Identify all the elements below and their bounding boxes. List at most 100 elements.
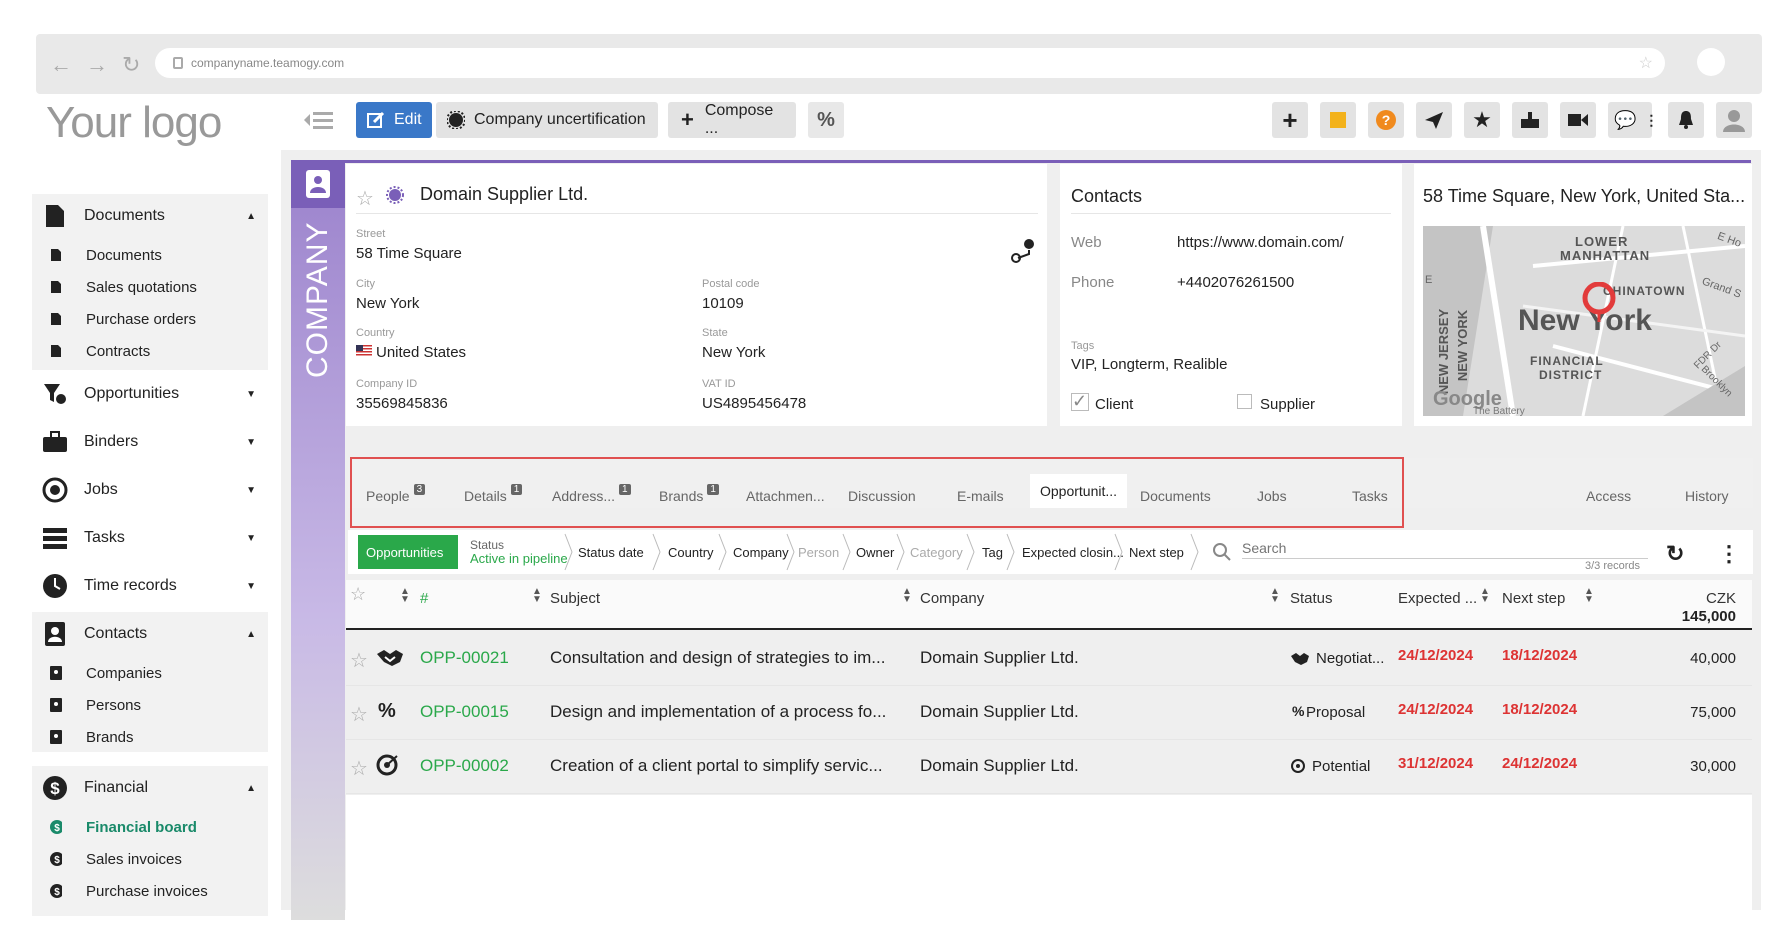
opportunity-id[interactable]: OPP-00002 (420, 756, 509, 776)
send-button[interactable] (1416, 102, 1452, 138)
opportunity-subject[interactable]: Consultation and design of strategies to… (550, 648, 885, 668)
sort-icon[interactable]: ▲ ▼ (400, 587, 410, 605)
sort-icon[interactable]: ▲ ▼ (902, 587, 912, 605)
header-next-step[interactable]: Next step (1502, 590, 1565, 607)
tab-address[interactable]: Address... 1 (552, 483, 631, 504)
opportunity-id[interactable]: OPP-00015 (420, 702, 509, 722)
header-status[interactable]: Status (1290, 590, 1333, 607)
sidebar-item-financial-board[interactable]: $ Financial board (32, 811, 268, 843)
header-expected[interactable]: Expected ... (1398, 590, 1477, 607)
sidebar-item-companies[interactable]: Companies (32, 657, 268, 689)
chat-button[interactable]: 💬 ⋮ (1608, 102, 1658, 138)
sidebar-item-purchase-orders[interactable]: Purchase orders (32, 303, 268, 335)
sidebar-time-records[interactable]: Time records ▼ (32, 564, 268, 608)
filter-next-step[interactable]: Next step (1129, 535, 1184, 569)
notes-button[interactable] (1320, 102, 1356, 138)
opportunity-subject[interactable]: Creation of a client portal to simplify … (550, 756, 883, 776)
search-input[interactable] (1242, 537, 1648, 559)
search-icon[interactable] (1212, 542, 1232, 562)
sidebar-item-purchase-invoices[interactable]: $ Purchase invoices (32, 875, 268, 907)
compose-button[interactable]: + Compose ... (668, 102, 796, 138)
menu-toggle-icon[interactable] (302, 108, 334, 132)
sidebar-contacts[interactable]: Contacts ▲ (32, 612, 268, 656)
address-bar[interactable]: companyname.teamogy.com ☆ (155, 48, 1665, 78)
company-uncertification-button[interactable]: Company uncertification (436, 102, 658, 138)
filter-status-date[interactable]: Status date (578, 535, 644, 569)
filter-expected-closing[interactable]: Expected closin... (1022, 535, 1124, 569)
header-number[interactable]: # (420, 590, 428, 607)
arrow-left-icon[interactable]: ← (50, 52, 72, 78)
opportunity-company[interactable]: Domain Supplier Ltd. (920, 648, 1079, 668)
tab-brands[interactable]: Brands 1 (659, 483, 719, 504)
edit-button[interactable]: Edit (356, 102, 432, 138)
supplier-checkbox[interactable] (1237, 394, 1252, 409)
sort-icon[interactable]: ▲ ▼ (532, 587, 542, 605)
inbox-button[interactable] (1512, 102, 1548, 138)
status-filter[interactable]: Status Active in pipeline (470, 538, 568, 566)
sort-icon[interactable]: ▲ ▼ (1480, 587, 1490, 605)
sidebar-opportunities[interactable]: Opportunities ▼ (32, 372, 268, 416)
tab-history[interactable]: History (1685, 488, 1729, 504)
sidebar-item-contracts[interactable]: Contracts (32, 335, 268, 367)
filter-tag[interactable]: Tag (982, 535, 1003, 569)
sidebar-binders[interactable]: Binders ▼ (32, 420, 268, 464)
row-star-icon[interactable]: ☆ (350, 702, 368, 727)
opportunity-subject[interactable]: Design and implementation of a process f… (550, 702, 886, 722)
sort-icon[interactable]: ▲ ▼ (1584, 587, 1594, 605)
user-avatar-button[interactable] (1716, 102, 1752, 138)
contact-icon (50, 730, 62, 744)
favorite-star-icon[interactable]: ☆ (356, 186, 374, 211)
opportunity-company[interactable]: Domain Supplier Ltd. (920, 756, 1079, 776)
filter-company[interactable]: Company (733, 535, 789, 569)
sidebar-item-sales-quotations[interactable]: Sales quotations (32, 271, 268, 303)
notifications-button[interactable] (1668, 102, 1704, 138)
tab-emails[interactable]: E-mails (957, 488, 1004, 504)
row-star-icon[interactable]: ☆ (350, 756, 368, 781)
route-icon[interactable] (1010, 238, 1036, 264)
client-checkbox[interactable]: ✓ (1071, 392, 1089, 411)
opportunity-company[interactable]: Domain Supplier Ltd. (920, 702, 1079, 722)
tab-access[interactable]: Access (1586, 488, 1631, 504)
tab-jobs[interactable]: Jobs (1257, 488, 1287, 504)
tab-discussion[interactable]: Discussion (848, 488, 916, 504)
favorites-button[interactable]: ★ (1464, 102, 1500, 138)
filter-person[interactable]: Person (798, 535, 839, 569)
browser-profile-icon[interactable] (1697, 48, 1725, 76)
tab-details[interactable]: Details 1 (464, 483, 523, 504)
percent-tool-button[interactable]: % (808, 102, 844, 138)
sidebar-item-brands[interactable]: Brands (32, 721, 268, 753)
filter-country[interactable]: Country (668, 535, 714, 569)
sidebar-jobs[interactable]: Jobs ▼ (32, 468, 268, 512)
reload-icon[interactable]: ↻ (122, 52, 140, 78)
sort-icon[interactable]: ▲ ▼ (1270, 587, 1280, 605)
sidebar-item-sales-invoices[interactable]: $ Sales invoices (32, 843, 268, 875)
tab-documents[interactable]: Documents (1140, 488, 1211, 504)
tab-opportunities[interactable]: Opportunit... (1030, 474, 1128, 508)
arrow-right-icon[interactable]: → (86, 52, 108, 78)
add-button[interactable]: + (1272, 102, 1308, 138)
filter-category[interactable]: Category (910, 535, 963, 569)
video-button[interactable] (1560, 102, 1596, 138)
help-button[interactable]: ? (1368, 102, 1404, 138)
refresh-icon[interactable]: ↻ (1666, 541, 1684, 567)
sidebar-tasks[interactable]: Tasks ▼ (32, 516, 268, 560)
sidebar-documents[interactable]: Documents ▲ (32, 194, 268, 238)
tab-people[interactable]: People 3 (366, 483, 426, 504)
header-company[interactable]: Company (920, 590, 984, 607)
sidebar-financial[interactable]: $ Financial ▲ (32, 766, 268, 810)
view-opportunities-chip[interactable]: Opportunities (358, 535, 458, 569)
bookmark-star-icon[interactable]: ☆ (1639, 53, 1653, 73)
tab-tasks[interactable]: Tasks (1352, 488, 1388, 504)
tab-attachments[interactable]: Attachmen... (746, 488, 825, 504)
opportunity-id[interactable]: OPP-00021 (420, 648, 509, 668)
sidebar-item-documents[interactable]: Documents (32, 239, 268, 271)
row-star-icon[interactable]: ☆ (350, 648, 368, 673)
web-link[interactable]: https://www.domain.com/ (1177, 234, 1344, 251)
filter-owner[interactable]: Owner (856, 535, 894, 569)
phone-value[interactable]: +4402076261500 (1177, 274, 1294, 291)
header-subject[interactable]: Subject (550, 590, 600, 607)
more-vertical-icon[interactable]: ⋮ (1718, 541, 1740, 567)
sidebar-item-persons[interactable]: Persons (32, 689, 268, 721)
header-currency[interactable]: CZK (1700, 590, 1736, 607)
map-image[interactable]: LOWER MANHATTAN CHINATOWN New York FINAN… (1423, 226, 1745, 416)
